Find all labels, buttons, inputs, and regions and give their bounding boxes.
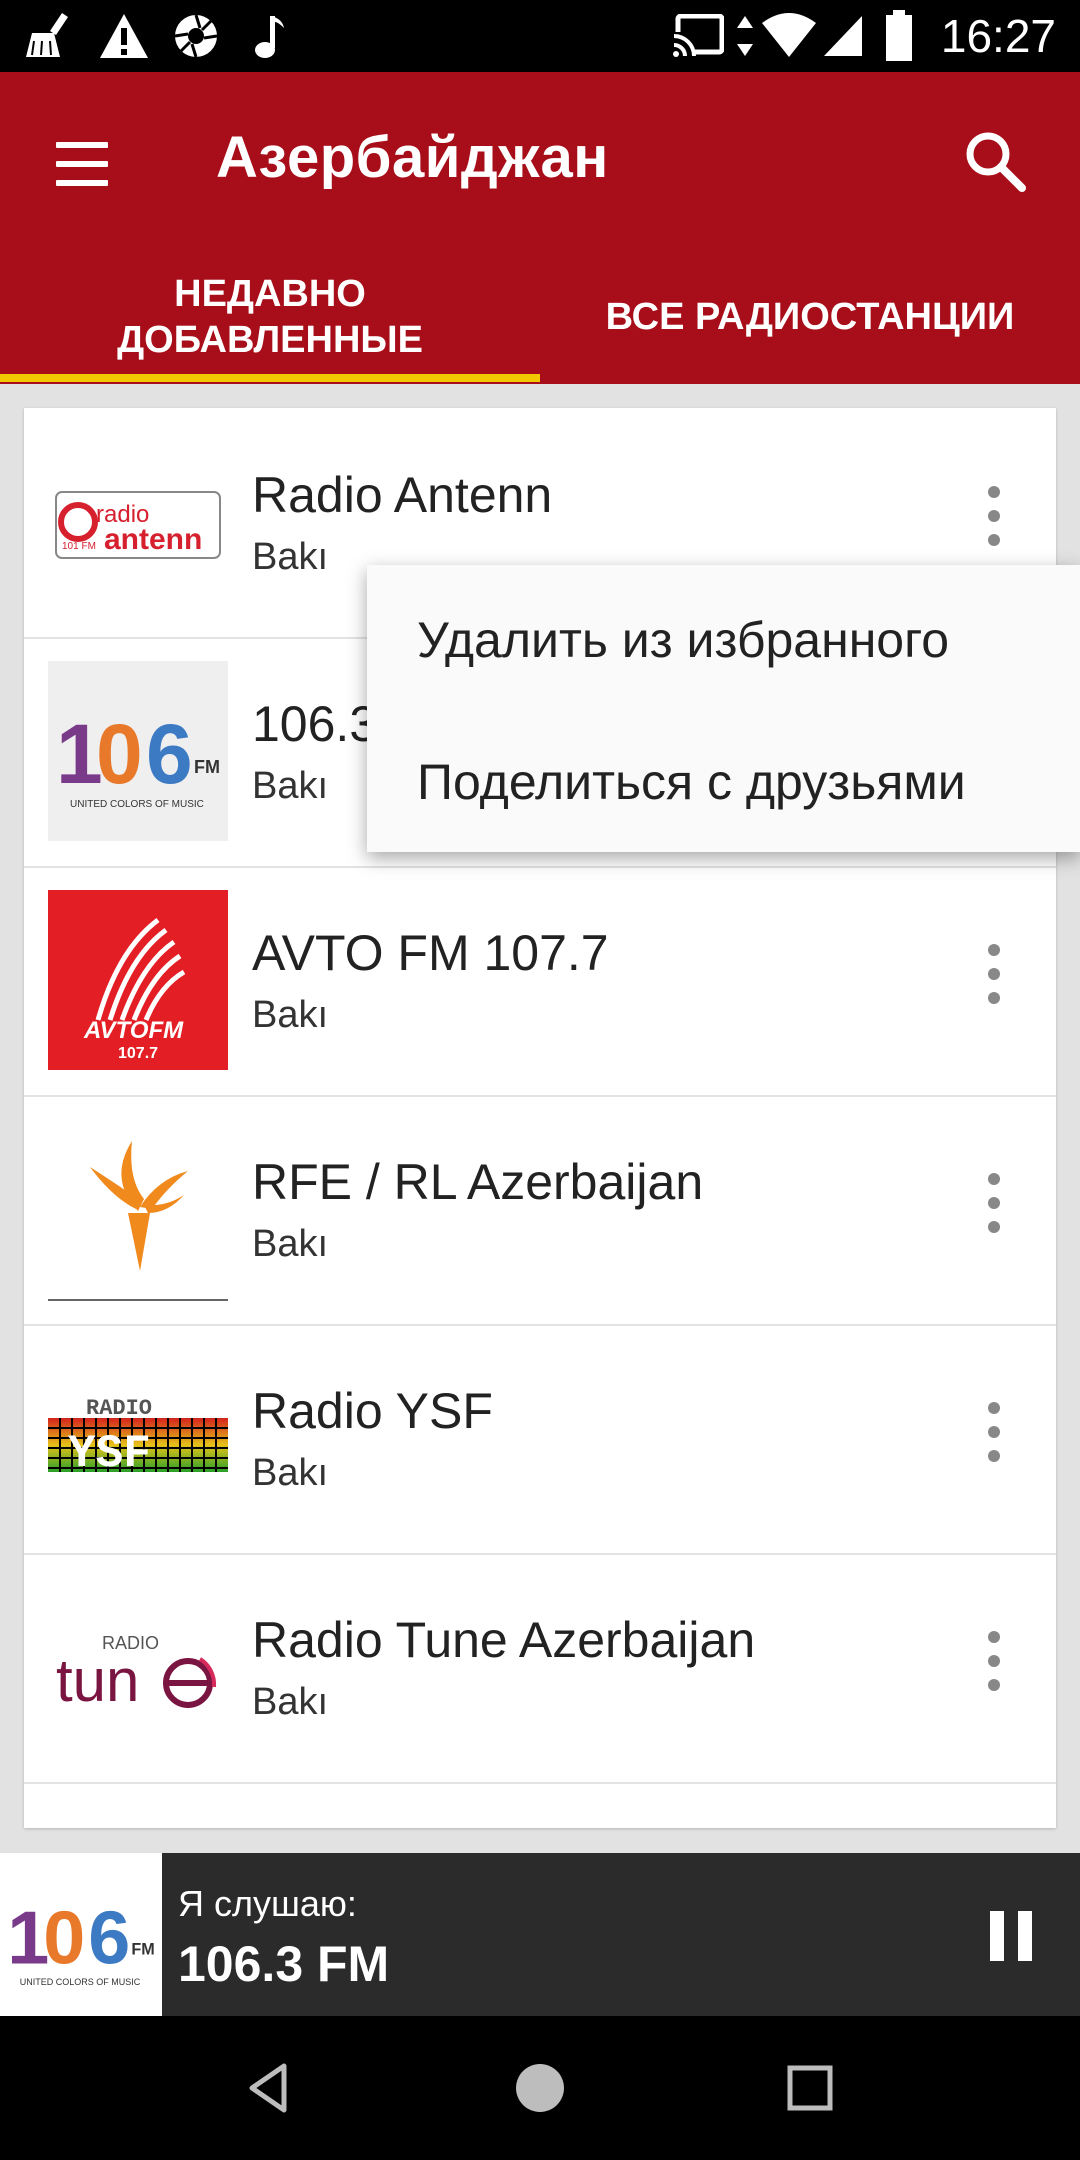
station-name: AVTO FM 107.7 bbox=[252, 925, 609, 981]
radio-ysf-logo: RADIO YSF bbox=[48, 1348, 228, 1528]
search-icon[interactable] bbox=[960, 126, 1030, 196]
svg-text:tun: tun bbox=[56, 1647, 139, 1714]
svg-text:RADIO: RADIO bbox=[86, 1396, 152, 1421]
more-vert-icon[interactable] bbox=[982, 1173, 1006, 1245]
avto-fm-logo: AVTOFM 107.7 bbox=[48, 890, 228, 1070]
tab-recently-added[interactable]: НЕДАВНО ДОБАВЛЕННЫЕ bbox=[0, 257, 540, 377]
station-name: Radio Antenn bbox=[252, 467, 553, 523]
now-playing-station: 106.3 FM bbox=[178, 1936, 390, 1992]
cast-icon bbox=[672, 10, 724, 62]
status-time: 16:27 bbox=[940, 10, 1056, 62]
station-row[interactable]: RADIO tun Radio Tune Azerbaijan Bakı bbox=[24, 1553, 1056, 1784]
app-bar: Азербайджан НЕДАВНО ДОБАВЛЕННЫЕ ВСЕ РАДИ… bbox=[0, 72, 1080, 384]
tab-all-stations-label: ВСЕ РАДИОСТАНЦИИ bbox=[605, 296, 1015, 338]
aperture-icon bbox=[172, 10, 220, 62]
navigation-bar bbox=[0, 2016, 1080, 2160]
share-with-friends-item[interactable]: Поделиться с друзьями bbox=[417, 753, 966, 811]
pause-icon[interactable] bbox=[990, 1911, 1032, 1961]
rfe-rl-torch-logo bbox=[48, 1119, 228, 1301]
svg-text:6: 6 bbox=[88, 1896, 130, 1980]
recents-icon[interactable] bbox=[778, 2056, 842, 2120]
now-playing-label: Я слушаю: bbox=[178, 1883, 357, 1924]
svg-text:FM: FM bbox=[131, 1940, 154, 1958]
106-fm-logo: 1 0 6 FM UNITED COLORS OF MUSIC bbox=[48, 661, 228, 841]
station-row[interactable]: RFE / RL Azerbaijan Bakı bbox=[24, 1095, 1056, 1326]
svg-text:UNITED COLORS OF MUSIC: UNITED COLORS OF MUSIC bbox=[70, 799, 204, 810]
svg-text:YSF: YSF bbox=[68, 1428, 151, 1480]
now-playing-logo: 1 0 6 FM UNITED COLORS OF MUSIC bbox=[0, 1853, 162, 2016]
station-city: Bakı bbox=[252, 1681, 329, 1723]
station-name: RFE / RL Azerbaijan bbox=[252, 1154, 704, 1210]
signal-icon bbox=[822, 10, 864, 62]
warning-icon bbox=[98, 10, 150, 62]
remove-from-favorites-item[interactable]: Удалить из избранного bbox=[417, 611, 949, 669]
svg-text:101 FM: 101 FM bbox=[62, 541, 96, 552]
svg-text:FM: FM bbox=[194, 757, 220, 777]
more-vert-icon[interactable] bbox=[982, 944, 1006, 1016]
overflow-popup-menu: Удалить из избранного Поделиться с друзь… bbox=[367, 565, 1080, 852]
wifi-icon bbox=[760, 10, 818, 62]
station-name: Radio YSF bbox=[252, 1383, 493, 1439]
data-arrows-icon bbox=[736, 10, 754, 62]
radio-tune-logo: RADIO tun bbox=[48, 1577, 228, 1757]
svg-text:UNITED COLORS OF MUSIC: UNITED COLORS OF MUSIC bbox=[20, 1977, 141, 1987]
station-city: Bakı bbox=[252, 536, 329, 578]
svg-text:6: 6 bbox=[146, 707, 193, 801]
more-vert-icon[interactable] bbox=[982, 1402, 1006, 1474]
now-playing-bar[interactable]: 1 0 6 FM UNITED COLORS OF MUSIC Я слушаю… bbox=[0, 1853, 1080, 2016]
svg-text:AVTOFM: AVTOFM bbox=[83, 1017, 184, 1044]
page-title: Азербайджан bbox=[216, 125, 609, 190]
status-bar: 16:27 bbox=[0, 0, 1080, 72]
back-icon[interactable] bbox=[238, 2056, 302, 2120]
tab-indicator bbox=[0, 374, 540, 382]
station-city: Bakı bbox=[252, 994, 329, 1036]
station-name: Radio Tune Azerbaijan bbox=[252, 1612, 756, 1668]
station-city: Bakı bbox=[252, 765, 329, 807]
music-note-icon bbox=[252, 10, 288, 62]
tab-recently-added-label: НЕДАВНО ДОБАВЛЕННЫЕ bbox=[117, 273, 423, 361]
hamburger-menu-icon[interactable] bbox=[52, 134, 112, 194]
station-city: Bakı bbox=[252, 1452, 329, 1494]
battery-icon bbox=[884, 10, 914, 62]
tab-all-stations[interactable]: ВСЕ РАДИОСТАНЦИИ bbox=[540, 257, 1080, 377]
cleaner-icon bbox=[22, 10, 78, 62]
svg-text:0: 0 bbox=[43, 1896, 85, 1980]
station-row[interactable]: AVTOFM 107.7 AVTO FM 107.7 Bakı bbox=[24, 866, 1056, 1097]
station-city: Bakı bbox=[252, 1223, 329, 1265]
station-row[interactable]: RADIO YSF Radio YSF Bakı bbox=[24, 1324, 1056, 1555]
home-icon[interactable] bbox=[508, 2056, 572, 2120]
svg-text:107.7: 107.7 bbox=[118, 1045, 158, 1062]
more-vert-icon[interactable] bbox=[982, 1631, 1006, 1703]
radio-antenn-logo: radio antenn 101 FM bbox=[48, 432, 228, 612]
list-item-partial bbox=[24, 1782, 1056, 1828]
svg-text:0: 0 bbox=[96, 707, 143, 801]
more-vert-icon[interactable] bbox=[982, 486, 1006, 558]
svg-text:antenn: antenn bbox=[104, 523, 202, 556]
